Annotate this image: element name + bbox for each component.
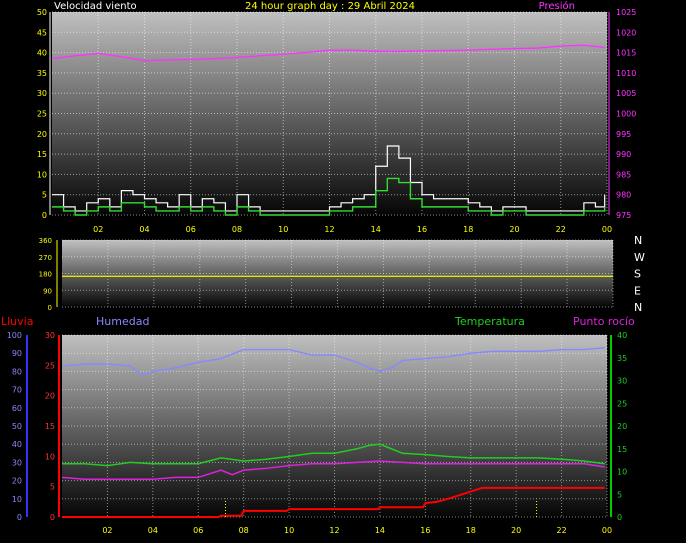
rain-tick-label: 30 xyxy=(45,331,55,340)
climate-x-tick-label: 22 xyxy=(556,526,566,535)
wind-y-tick-label: 40 xyxy=(37,49,47,58)
pressure-y-tick-label: 1015 xyxy=(616,49,636,58)
wind-y-tick-label: 5 xyxy=(42,191,47,200)
climate-x-tick-label: 04 xyxy=(148,526,158,535)
compass-label: N xyxy=(634,234,642,247)
climate-x-tick-label: 10 xyxy=(284,526,294,535)
pressure-y-tick-label: 995 xyxy=(616,130,631,139)
temperature-tick-label: 10 xyxy=(617,468,627,477)
pressure-y-tick-label: 1020 xyxy=(616,28,636,37)
humidity-tick-label: 0 xyxy=(17,513,22,522)
wind-x-tick-label: 06 xyxy=(186,225,196,234)
rain-tick-label: 5 xyxy=(50,483,55,492)
climate-x-tick-label: 20 xyxy=(511,526,521,535)
weather-graph: 0510152025303540455097598098599099510001… xyxy=(1,0,645,535)
climate-x-tick-label: 18 xyxy=(466,526,476,535)
wind-x-tick-label: 12 xyxy=(324,225,334,234)
wind-y-tick-label: 25 xyxy=(37,110,47,119)
humidity-tick-label: 90 xyxy=(12,349,22,358)
wind-y-tick-label: 10 xyxy=(37,170,47,179)
wind-x-tick-label: 00 xyxy=(602,225,612,234)
rain-tick-label: 25 xyxy=(45,361,55,370)
rain-tick-label: 20 xyxy=(45,392,55,401)
humidity-tick-label: 80 xyxy=(12,367,22,376)
humidity-legend: Humedad xyxy=(96,315,149,328)
wind-x-tick-label: 22 xyxy=(556,225,566,234)
humidity-tick-label: 100 xyxy=(7,331,22,340)
pressure-y-tick-label: 1000 xyxy=(616,110,636,119)
pressure-y-tick-label: 1005 xyxy=(616,89,636,98)
climate-x-tick-label: 02 xyxy=(102,526,112,535)
temperature-tick-label: 40 xyxy=(617,331,627,340)
graph-title: 24 hour graph day : 29 Abril 2024 xyxy=(245,1,415,12)
wind-y-tick-label: 30 xyxy=(37,89,47,98)
climate-x-tick-label: 08 xyxy=(239,526,249,535)
compass-label: S xyxy=(634,268,641,281)
climate-x-tick-label: 06 xyxy=(193,526,203,535)
humidity-tick-label: 40 xyxy=(12,440,22,449)
rain-tick-label: 10 xyxy=(45,452,55,461)
wind-x-tick-label: 04 xyxy=(139,225,149,234)
direction-y-tick-label: 0 xyxy=(48,304,52,312)
climate-x-tick-label: 14 xyxy=(375,526,385,535)
wind-y-tick-label: 35 xyxy=(37,69,47,78)
temperature-tick-label: 5 xyxy=(617,490,622,499)
temperature-tick-label: 30 xyxy=(617,377,627,386)
wind-y-tick-label: 15 xyxy=(37,150,47,159)
compass-label: N xyxy=(634,301,642,314)
rain-legend: Lluvia xyxy=(1,315,33,328)
temperature-tick-label: 20 xyxy=(617,422,627,431)
wind-y-tick-label: 0 xyxy=(42,211,47,220)
compass-label: E xyxy=(634,284,641,297)
pressure-y-tick-label: 1010 xyxy=(616,69,636,78)
direction-y-tick-label: 180 xyxy=(39,271,52,279)
compass-label: W xyxy=(634,251,645,264)
pressure-y-tick-label: 1025 xyxy=(616,8,636,17)
wind-y-tick-label: 50 xyxy=(37,8,47,17)
pressure-title: Presión xyxy=(539,0,575,12)
temperature-tick-label: 35 xyxy=(617,354,627,363)
rain-tick-label: 15 xyxy=(45,422,55,431)
pressure-y-tick-label: 985 xyxy=(616,170,631,179)
wind-x-tick-label: 08 xyxy=(232,225,242,234)
wind-x-tick-label: 02 xyxy=(93,225,103,234)
direction-y-tick-label: 360 xyxy=(39,237,52,245)
temperature-legend: Temperatura xyxy=(454,315,525,328)
climate-x-tick-label: 16 xyxy=(420,526,430,535)
direction-y-tick-label: 270 xyxy=(39,254,52,262)
dewpoint-legend: Punto rocío xyxy=(573,315,635,328)
humidity-tick-label: 50 xyxy=(12,422,22,431)
wind-title: Velocidad viento xyxy=(54,1,137,12)
climate-x-tick-label: 00 xyxy=(602,526,612,535)
wind-x-tick-label: 14 xyxy=(371,225,381,234)
pressure-y-tick-label: 990 xyxy=(616,150,631,159)
humidity-tick-label: 30 xyxy=(12,458,22,467)
rain-tick-label: 0 xyxy=(50,513,55,522)
humidity-tick-label: 70 xyxy=(12,386,22,395)
humidity-tick-label: 20 xyxy=(12,477,22,486)
wind-x-tick-label: 20 xyxy=(509,225,519,234)
direction-y-tick-label: 90 xyxy=(43,287,52,295)
climate-x-tick-label: 12 xyxy=(329,526,339,535)
pressure-y-tick-label: 975 xyxy=(616,211,631,220)
humidity-tick-label: 60 xyxy=(12,404,22,413)
wind-x-tick-label: 18 xyxy=(463,225,473,234)
temperature-tick-label: 25 xyxy=(617,399,627,408)
wind-x-tick-label: 10 xyxy=(278,225,288,234)
wind-y-tick-label: 45 xyxy=(37,28,47,37)
humidity-tick-label: 10 xyxy=(12,495,22,504)
temperature-tick-label: 0 xyxy=(617,513,622,522)
wind-x-tick-label: 16 xyxy=(417,225,427,234)
temperature-tick-label: 15 xyxy=(617,445,627,454)
wind-y-tick-label: 20 xyxy=(37,130,47,139)
pressure-y-tick-label: 980 xyxy=(616,191,631,200)
